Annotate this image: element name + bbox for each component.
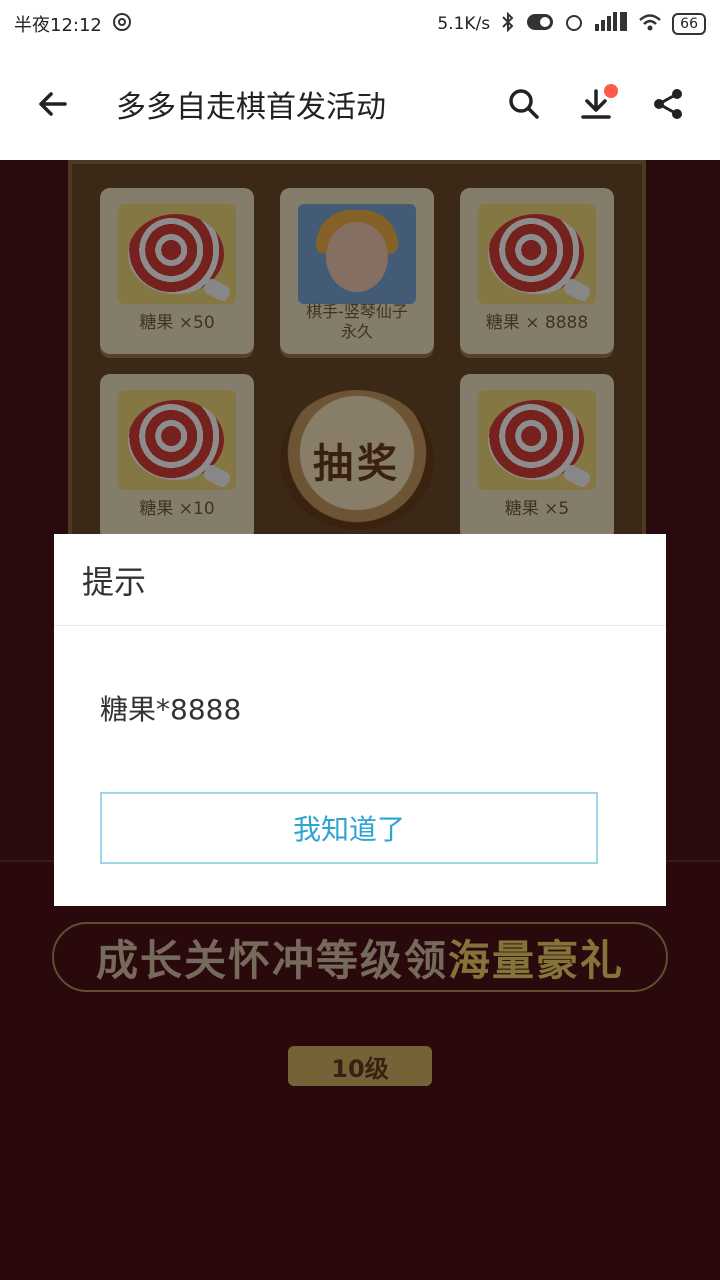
notification-dot [604, 84, 618, 98]
share-icon [654, 89, 682, 119]
back-arrow-icon [39, 92, 67, 116]
app-bar: 多多自走棋首发活动 [0, 48, 720, 160]
status-left: 半夜12:12 [14, 11, 132, 37]
battery-indicator: 66 [672, 13, 706, 35]
download-button[interactable] [568, 76, 624, 132]
status-bar: 半夜12:12 5.1K/s 66 [0, 0, 720, 48]
page-title: 多多自走棋首发活动 [116, 90, 386, 125]
wifi-icon [638, 12, 662, 37]
prompt-dialog: 提示 糖果*8888 我知道了 [54, 534, 666, 906]
signal-icon [594, 11, 628, 37]
status-right: 5.1K/s 66 [437, 11, 706, 37]
acknowledge-button[interactable]: 我知道了 [100, 792, 598, 864]
toggle-icon [526, 13, 554, 36]
dialog-title: 提示 [54, 534, 666, 626]
status-time: 半夜12:12 [14, 15, 102, 36]
network-speed: 5.1K/s [437, 14, 491, 34]
search-icon [509, 89, 539, 119]
netease-icon [112, 12, 132, 37]
alarm-icon [564, 12, 584, 37]
bluetooth-icon [500, 11, 516, 37]
dialog-message: 糖果*8888 [100, 693, 242, 726]
share-button[interactable] [640, 76, 696, 132]
search-button[interactable] [496, 76, 552, 132]
back-button[interactable] [24, 76, 80, 132]
